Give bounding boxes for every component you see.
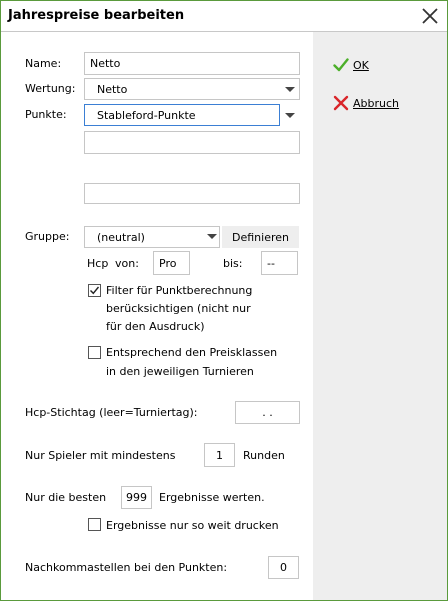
name-label: Name: (25, 57, 62, 70)
preisklassen-text-1: Entsprechend den Preisklassen (106, 346, 278, 359)
punkte-dropdown-icon[interactable] (285, 113, 295, 118)
name-input[interactable]: Netto (84, 52, 300, 75)
punkte-value: Stableford-Punkte (97, 108, 196, 122)
dialog-window: Jahrespreise bearbeiten OK Abbruch Name:… (0, 0, 448, 601)
filter-text-3: für den Ausdruck) (106, 320, 205, 333)
ok-button[interactable]: OK (333, 57, 369, 73)
cancel-x-icon (333, 95, 349, 111)
nachkomma-input[interactable]: 0 (268, 556, 299, 579)
nur-spieler-label: Nur Spieler mit mindestens (25, 449, 176, 462)
gruppe-label: Gruppe: (25, 230, 70, 243)
runden-label: Runden (243, 449, 285, 462)
punkte-label: Punkte: (25, 108, 67, 121)
von-label: von: (115, 257, 139, 270)
nachkomma-label: Nachkommastellen bei den Punkten: (25, 561, 228, 574)
definieren-button[interactable]: Definieren (222, 226, 299, 248)
wertung-value: Netto (97, 82, 128, 96)
preisklassen-text-2: in den jeweiligen Turnieren (106, 365, 254, 378)
window-title: Jahrespreise bearbeiten (8, 8, 185, 23)
nur-besten-label: Nur die besten (25, 491, 107, 504)
hcp-label: Hcp (87, 257, 109, 270)
nachkomma-value: 0 (280, 561, 287, 574)
ergebnisse-werten-label: Ergebnisse werten. (159, 491, 265, 504)
action-panel (313, 32, 447, 600)
bis-label: bis: (223, 257, 243, 270)
punkte-select[interactable]: Stableford-Punkte (84, 104, 280, 126)
besten-input[interactable]: 999 (121, 486, 152, 509)
ok-label: OK (353, 58, 369, 72)
drucken-checkbox[interactable] (88, 518, 101, 531)
wertung-select[interactable]: Netto (84, 78, 300, 100)
besten-value: 999 (126, 491, 147, 504)
stichtag-label: Hcp-Stichtag (leer=Turniertag): (25, 406, 198, 419)
bis-value: -- (267, 256, 275, 270)
close-icon[interactable] (419, 5, 441, 27)
gruppe-select[interactable]: (neutral) (84, 226, 220, 248)
checkmark-icon (90, 286, 100, 295)
runden-value: 1 (216, 448, 223, 462)
runden-input[interactable]: 1 (204, 443, 235, 467)
definieren-label: Definieren (232, 230, 289, 244)
filter-text-1: Filter für Punktberechnung (106, 284, 253, 297)
preisklassen-checkbox[interactable] (88, 346, 101, 359)
name-value: Netto (90, 57, 121, 70)
drucken-label: Ergebnisse nur so weit drucken (106, 519, 279, 532)
filter-text-2: berücksichtigen (nicht nur (106, 302, 251, 315)
stichtag-input[interactable]: . . (235, 401, 300, 424)
extra-input-1[interactable] (84, 131, 300, 154)
wertung-dropdown-icon[interactable] (285, 87, 295, 92)
filter-checkbox[interactable] (88, 284, 101, 297)
von-value: Pro (159, 256, 177, 270)
von-input[interactable]: Pro (153, 251, 190, 275)
gruppe-value: (neutral) (97, 230, 145, 244)
cancel-label: Abbruch (353, 96, 400, 110)
wertung-label: Wertung: (25, 82, 76, 95)
bis-input[interactable]: -- (261, 251, 298, 275)
cancel-button[interactable]: Abbruch (333, 95, 399, 111)
title-bar: Jahrespreise bearbeiten (1, 1, 447, 31)
extra-input-2[interactable] (84, 183, 300, 204)
gruppe-dropdown-icon[interactable] (207, 234, 217, 239)
check-icon (333, 58, 349, 72)
stichtag-value: . . (262, 406, 273, 419)
